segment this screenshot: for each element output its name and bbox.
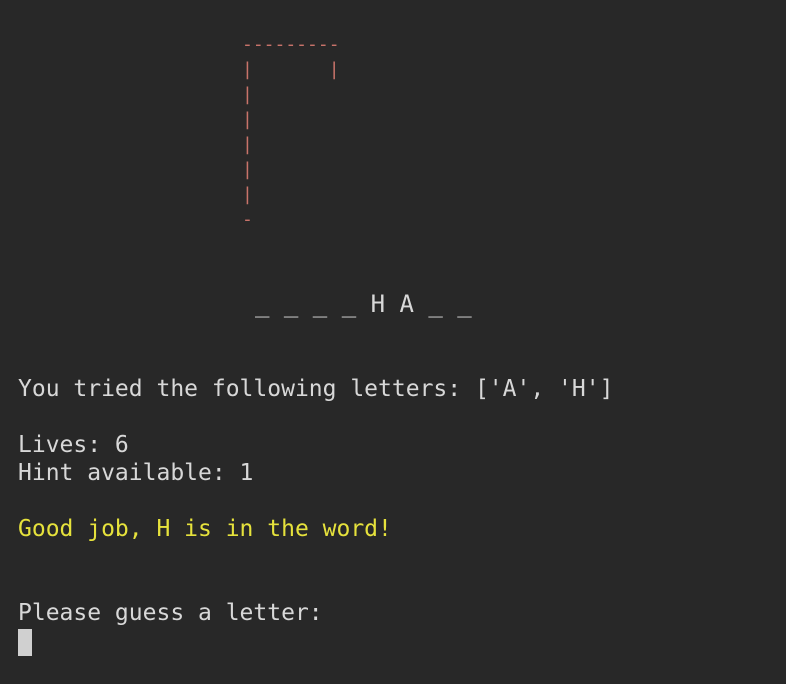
feedback-message: Good job, H is in the word! — [18, 516, 392, 542]
hangman-gallows-art: --------- | | | | | | | - — [242, 34, 340, 230]
tried-letters-line: You tried the following letters: ['A', '… — [18, 376, 614, 402]
terminal-input-cursor[interactable] — [18, 629, 32, 656]
lives-counter: Lives: 6 — [18, 432, 129, 458]
guess-prompt: Please guess a letter: — [18, 600, 323, 626]
hint-counter: Hint available: 1 — [18, 460, 254, 486]
word-progress: _ _ _ _ H A _ _ — [255, 290, 472, 318]
